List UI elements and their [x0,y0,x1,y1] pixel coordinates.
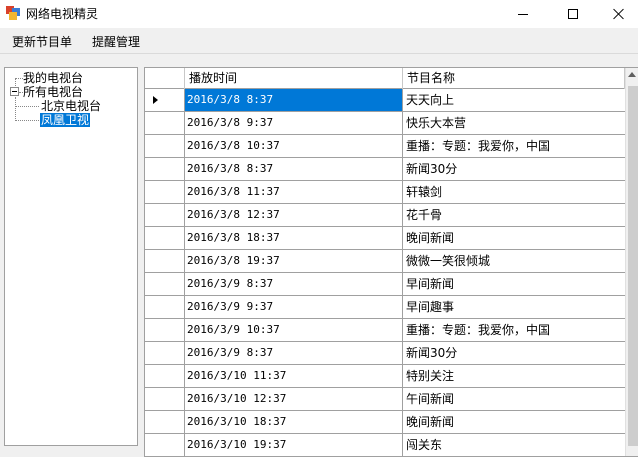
table-row[interactable]: 2016/3/10 18:37 晚间新闻 [145,411,625,434]
row-header[interactable] [145,112,185,134]
row-header[interactable] [145,273,185,295]
table-row[interactable]: 2016/3/8 19:37 微微一笑很倾城 [145,250,625,273]
program-grid[interactable]: 播放时间 节目名称 2016/3/8 8:37 天天向上 2016/3/8 9:37… [144,67,638,457]
cell-program-name[interactable]: 重播：专题：我爱你，中国 [403,135,625,157]
row-header[interactable] [145,342,185,364]
current-row-arrow-icon [153,96,158,104]
title-bar: 网络电视精灵 [0,0,638,28]
cell-time[interactable]: 2016/3/10 11:37 [185,365,403,387]
row-header[interactable] [145,296,185,318]
row-header[interactable] [145,227,185,249]
cell-program-name[interactable]: 早间新闻 [403,273,625,295]
row-header-corner [145,68,185,89]
tree-connector [15,97,16,121]
cell-time[interactable]: 2016/3/8 18:37 [185,227,403,249]
tree-connector [15,120,39,121]
cell-program-name[interactable]: 快乐大本营 [403,112,625,134]
row-header[interactable] [145,434,185,456]
table-row[interactable]: 2016/3/9 9:37 早间趣事 [145,296,625,319]
table-row[interactable]: 2016/3/10 12:37 午间新闻 [145,388,625,411]
row-header[interactable] [145,135,185,157]
row-header[interactable] [145,89,185,111]
table-row[interactable]: 2016/3/8 12:37 花千骨 [145,204,625,227]
cell-time[interactable]: 2016/3/10 18:37 [185,411,403,433]
row-header[interactable] [145,158,185,180]
cell-program-name[interactable]: 轩辕剑 [403,181,625,203]
menu-update-schedule[interactable]: 更新节目单 [12,33,72,50]
cell-time[interactable]: 2016/3/10 12:37 [185,388,403,410]
table-row[interactable]: 2016/3/10 11:37 特别关注 [145,365,625,388]
cell-program-name[interactable]: 新闻30分 [403,158,625,180]
cell-time[interactable]: 2016/3/8 12:37 [185,204,403,226]
cell-time[interactable]: 2016/3/9 8:37 [185,342,403,364]
cell-program-name[interactable]: 晚间新闻 [403,411,625,433]
cell-time[interactable]: 2016/3/8 10:37 [185,135,403,157]
row-header[interactable] [145,250,185,272]
minimize-button[interactable] [500,0,546,28]
row-header[interactable] [145,388,185,410]
row-header[interactable] [145,204,185,226]
cell-time[interactable]: 2016/3/8 19:37 [185,250,403,272]
column-header-name[interactable]: 节目名称 [403,68,625,89]
table-row[interactable]: 2016/3/9 8:37 新闻30分 [145,342,625,365]
tree-node-phoenix-tv[interactable]: 凤凰卫视 [40,113,91,127]
cell-time[interactable]: 2016/3/9 10:37 [185,319,403,341]
cell-program-name[interactable]: 特别关注 [403,365,625,387]
cell-time[interactable]: 2016/3/8 8:37 [185,89,403,111]
channel-tree[interactable]: 我的电视台 所有电视台 北京电视台 凤凰卫视 [4,67,138,446]
cell-time[interactable]: 2016/3/8 9:37 [185,112,403,134]
cell-time[interactable]: 2016/3/8 11:37 [185,181,403,203]
window-title: 网络电视精灵 [26,7,99,21]
close-icon [613,8,625,20]
close-button[interactable] [596,0,638,28]
scroll-thumb[interactable] [628,86,638,446]
cell-program-name[interactable]: 闯关东 [403,434,625,456]
scroll-up-icon[interactable] [628,72,636,77]
row-header[interactable] [145,319,185,341]
column-header-time[interactable]: 播放时间 [185,68,403,89]
row-header[interactable] [145,181,185,203]
grid-rows: 2016/3/8 8:37 天天向上 2016/3/8 9:37 快乐大本营 2016/… [145,89,625,456]
tree-node-beijing-tv[interactable]: 北京电视台 [41,99,101,113]
table-row[interactable]: 2016/3/8 18:37 晚间新闻 [145,227,625,250]
cell-time[interactable]: 2016/3/10 19:37 [185,434,403,456]
cell-program-name[interactable]: 重播：专题：我爱你，中国 [403,319,625,341]
table-row[interactable]: 2016/3/8 11:37 轩辕剑 [145,181,625,204]
menu-bar: 更新节目单 提醒管理 [0,28,638,54]
cell-time[interactable]: 2016/3/9 9:37 [185,296,403,318]
tree-connector [15,106,39,107]
table-row[interactable]: 2016/3/9 8:37 早间新闻 [145,273,625,296]
cell-program-name[interactable]: 早间趣事 [403,296,625,318]
cell-time[interactable]: 2016/3/8 8:37 [185,158,403,180]
maximize-button[interactable] [550,0,596,28]
cell-program-name[interactable]: 晚间新闻 [403,227,625,249]
maximize-icon [568,9,578,19]
tree-node-my-channels[interactable]: 我的电视台 [23,71,83,85]
cell-time[interactable]: 2016/3/9 8:37 [185,273,403,295]
cell-program-name[interactable]: 花千骨 [403,204,625,226]
table-row[interactable]: 2016/3/9 10:37 重播：专题：我爱你，中国 [145,319,625,342]
collapse-icon[interactable] [10,87,19,96]
vertical-scrollbar[interactable] [625,68,638,456]
table-row[interactable]: 2016/3/10 19:37 闯关东 [145,434,625,456]
cell-program-name[interactable]: 午间新闻 [403,388,625,410]
cell-program-name[interactable]: 微微一笑很倾城 [403,250,625,272]
cell-program-name[interactable]: 新闻30分 [403,342,625,364]
app-icon [6,6,20,20]
table-row[interactable]: 2016/3/8 8:37 天天向上 [145,89,625,112]
cell-program-name[interactable]: 天天向上 [403,89,625,111]
minimize-icon [518,13,528,15]
tree-node-all-channels[interactable]: 所有电视台 [23,85,83,99]
table-row[interactable]: 2016/3/8 10:37 重播：专题：我爱你，中国 [145,135,625,158]
tree-connector [15,78,23,79]
menu-reminder-management[interactable]: 提醒管理 [92,33,140,50]
table-row[interactable]: 2016/3/8 8:37 新闻30分 [145,158,625,181]
row-header[interactable] [145,411,185,433]
table-row[interactable]: 2016/3/8 9:37 快乐大本营 [145,112,625,135]
row-header[interactable] [145,365,185,387]
grid-header: 播放时间 节目名称 [145,68,625,89]
